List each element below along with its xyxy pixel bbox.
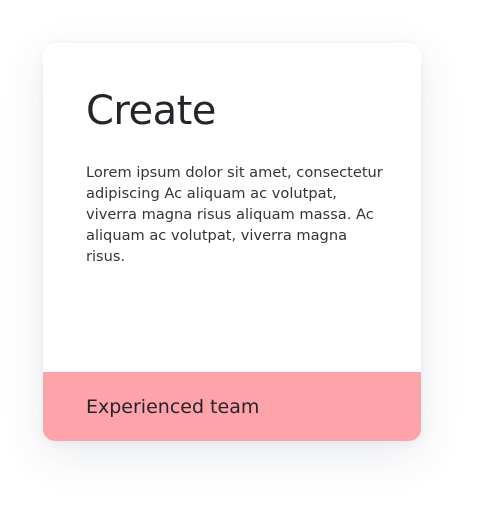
card-footer: Experienced team: [43, 372, 421, 441]
card-description: Lorem ipsum dolor sit amet, consectetur …: [86, 164, 383, 265]
card-body: Create Lorem ipsum dolor sit amet, conse…: [43, 43, 421, 372]
footer-label: Experienced team: [86, 396, 260, 418]
card-title: Create: [86, 88, 216, 134]
feature-card: Create Lorem ipsum dolor sit amet, conse…: [43, 43, 421, 441]
